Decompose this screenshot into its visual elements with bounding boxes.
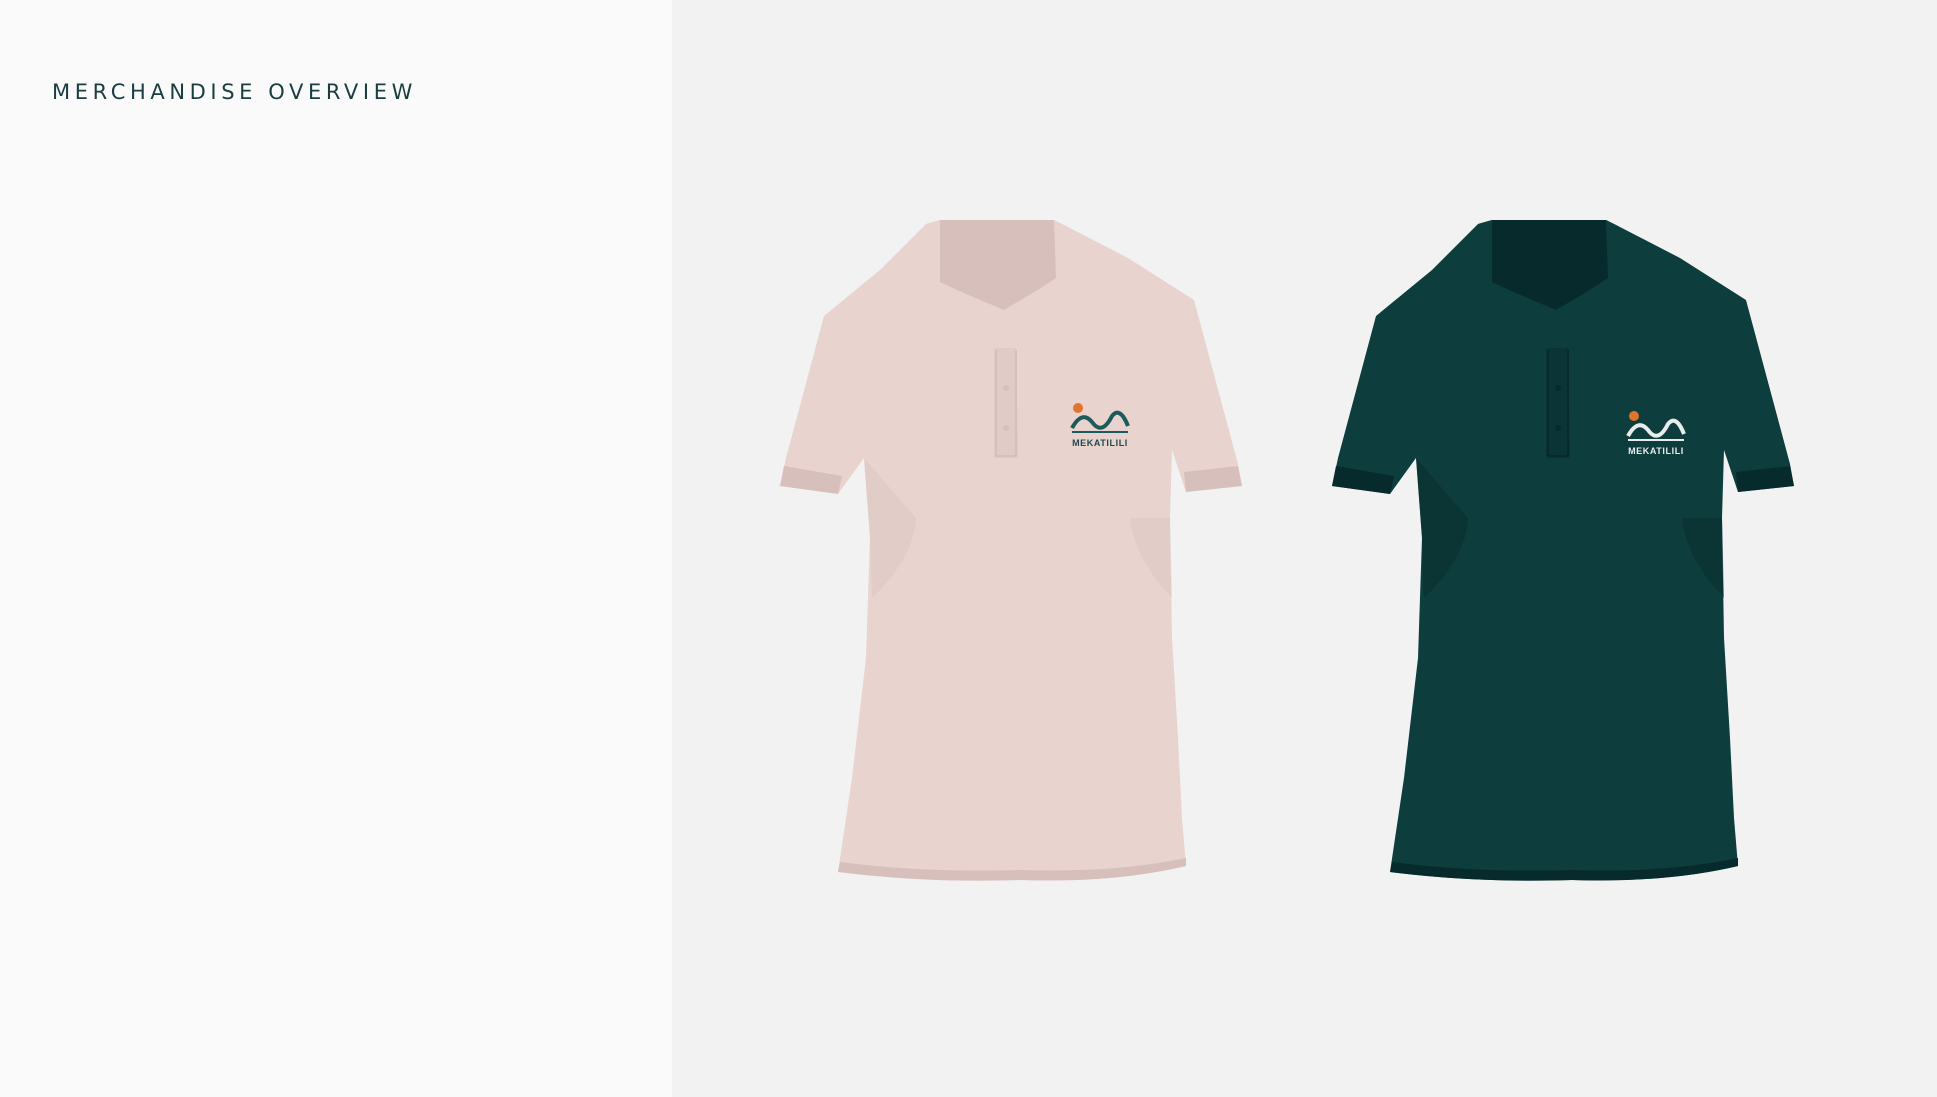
logo-text: MEKATILILI — [1072, 438, 1128, 448]
button — [1003, 425, 1009, 431]
button — [1555, 425, 1561, 431]
logo-sun-dot — [1073, 403, 1083, 413]
button — [1555, 385, 1561, 391]
collar-label — [980, 238, 1010, 280]
logo-sun-dot — [1629, 411, 1639, 421]
left-panel: MERCHANDISE OVERVIEW — [0, 0, 672, 1097]
logo-text: MEKATILILI — [1628, 446, 1684, 456]
collar-label — [1532, 238, 1562, 280]
teal-polo-shirt-image: MEKATILILI — [1306, 218, 1836, 898]
product-showcase: MEKATILILI MEKATILILI — [672, 0, 1937, 1097]
page-title: MERCHANDISE OVERVIEW — [52, 80, 417, 104]
pink-polo-shirt-image: MEKATILILI — [754, 218, 1284, 898]
button — [1003, 385, 1009, 391]
